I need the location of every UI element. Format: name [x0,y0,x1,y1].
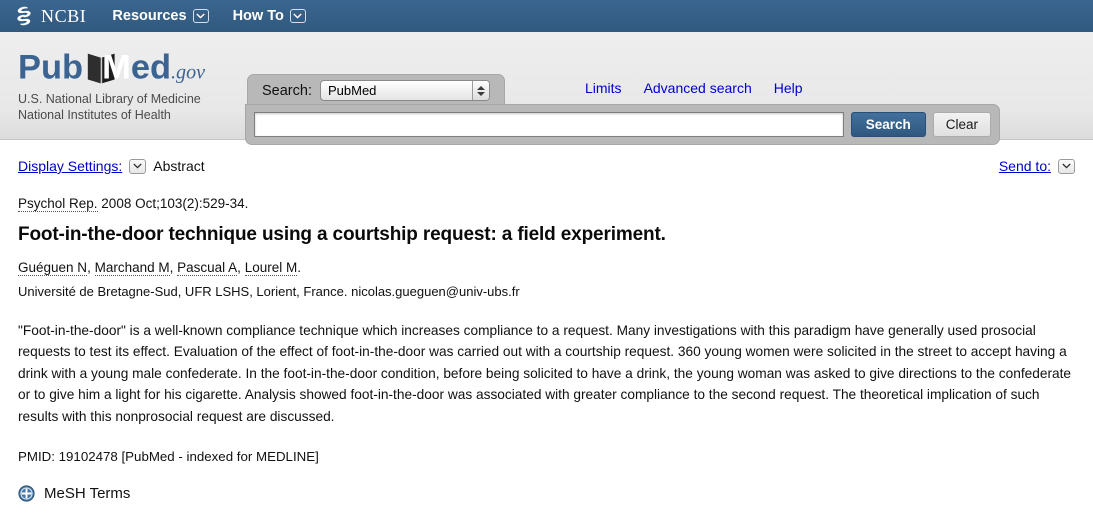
database-select[interactable]: PubMed [319,80,490,101]
limits-link[interactable]: Limits [585,80,622,96]
pubmed-gov-wordmark: Pub M ed .gov [18,49,205,87]
author-link[interactable]: Pascual A [177,259,238,276]
search-label: Search: [262,82,312,99]
caret-down-icon [476,91,485,96]
ncbi-dna-icon [17,6,31,26]
author-link[interactable]: Guéguen N [18,259,88,276]
record-toolbar: Display Settings: Abstract Send to: [18,140,1075,176]
search-input[interactable] [254,112,844,137]
journal-citation: Psychol Rep. 2008 Oct;103(2):529-34. [18,195,1075,213]
send-to-group: Send to: [999,158,1075,174]
author-link[interactable]: Marchand M [94,259,170,276]
svg-text:.gov: .gov [171,62,205,84]
svg-text:ed: ed [131,49,171,87]
display-settings-group: Display Settings: Abstract [18,158,205,174]
abstract-text: "Foot-in-the-door" is a well-known compl… [18,322,1072,424]
journal-abbreviation: Psychol Rep. [18,196,98,212]
nav-resources-label: Resources [112,8,187,24]
search-database-tab: Search: PubMed [247,74,505,105]
author-list: Guéguen N, Marchand M, Pascual A, Lourel… [18,259,301,276]
chevron-down-icon[interactable] [1058,158,1075,174]
search-row: Search Clear [245,104,1000,145]
svg-text:M: M [102,49,131,87]
pubmed-subtitle-line2: National Institutes of Health [18,107,171,122]
search-module: Search: PubMed Limits Advanced search He… [245,74,1000,145]
nav-resources[interactable]: Resources [112,8,209,24]
chevron-down-icon[interactable] [192,9,209,23]
article-title: Foot-in-the-door technique using a court… [18,224,666,245]
mesh-terms-label: MeSH Terms [44,485,131,503]
database-select-stepper[interactable] [471,81,489,100]
send-to-link[interactable]: Send to: [999,158,1051,174]
ncbi-top-bar: NCBI Resources How To [0,0,1093,32]
search-button[interactable]: Search [850,112,926,137]
display-settings-value: Abstract [153,158,205,174]
advanced-search-link[interactable]: Advanced search [644,80,752,96]
chevron-down-icon[interactable] [129,158,147,174]
nav-how-to-label: How To [232,8,284,24]
plus-circle-expand-icon[interactable] [18,485,35,502]
pubmed-subtitle-line1: U.S. National Library of Medicine [18,92,201,106]
display-settings-link[interactable]: Display Settings: [18,158,122,174]
pubmed-header: Pub M ed .gov U.S. National Library of M… [0,32,1093,145]
main-content: Display Settings: Abstract Send to: Psyc… [0,140,1093,502]
author-link[interactable]: Lourel M [244,259,298,276]
clear-button[interactable]: Clear [932,112,991,137]
author-list-suffix: . [297,259,301,275]
help-link[interactable]: Help [774,80,803,96]
database-select-value: PubMed [327,83,377,98]
pmid-line: PMID: 19102478 [PubMed - indexed for MED… [18,449,319,465]
ncbi-logo-text: NCBI [41,5,87,26]
caret-up-icon [476,85,485,90]
citation-details: 2008 Oct;103(2):529-34. [97,196,249,211]
svg-text:Pub: Pub [18,49,83,87]
ncbi-logo-link[interactable]: NCBI [14,5,86,27]
pubmed-logo-block[interactable]: Pub M ed .gov U.S. National Library of M… [18,46,233,123]
nav-how-to[interactable]: How To [233,8,306,24]
chevron-down-icon[interactable] [289,9,306,23]
mesh-terms-toggle[interactable]: MeSH Terms [18,485,1075,502]
pubmed-subtitle: U.S. National Library of Medicine Nation… [18,92,233,123]
affiliation: Université de Bretagne-Sud, UFR LSHS, Lo… [18,283,520,299]
search-links: Limits Advanced search Help [585,80,803,96]
